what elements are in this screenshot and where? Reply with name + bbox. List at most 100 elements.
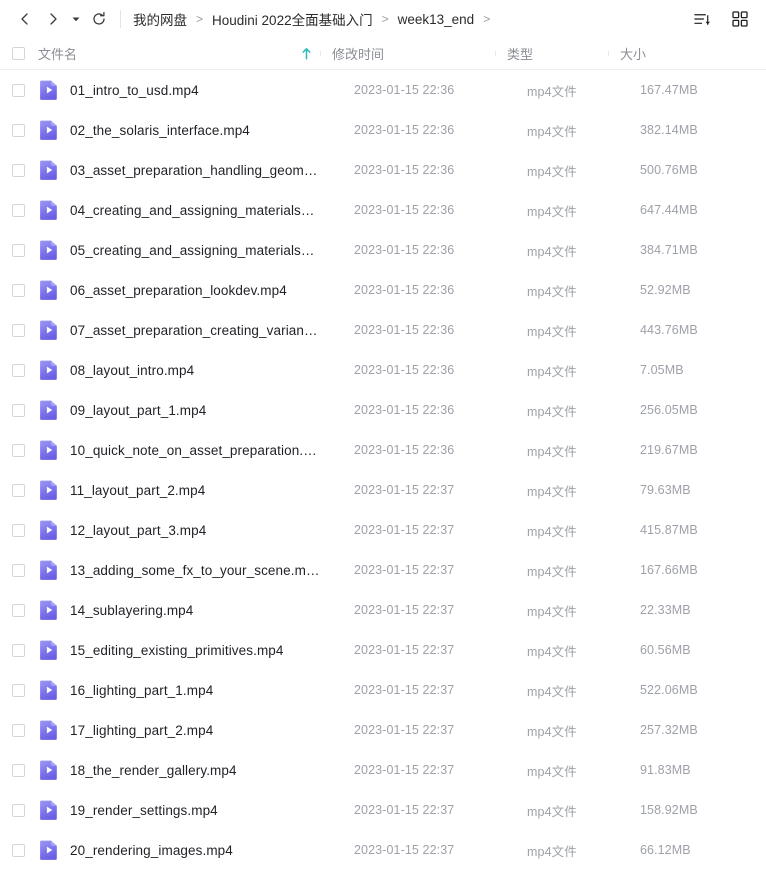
file-name-label[interactable]: 20_rendering_images.mp4 <box>70 843 233 858</box>
sort-button[interactable] <box>690 7 714 31</box>
row-checkbox[interactable] <box>11 603 25 617</box>
row-checkbox[interactable] <box>11 403 25 417</box>
video-file-glyph <box>40 320 57 340</box>
file-size-cell: 522.06MB <box>608 683 720 697</box>
breadcrumb-item-current[interactable]: week13_end <box>396 11 477 28</box>
table-row[interactable]: 01_intro_to_usd.mp4 2023-01-15 22:36 mp4… <box>0 70 766 110</box>
file-size-cell: 22.33MB <box>608 603 720 617</box>
table-row[interactable]: 05_creating_and_assigning_materials_part… <box>0 230 766 270</box>
row-checkbox[interactable] <box>11 83 25 97</box>
row-checkbox[interactable] <box>11 163 25 177</box>
file-size-label: 443.76MB <box>640 323 698 337</box>
row-checkbox[interactable] <box>11 443 25 457</box>
table-row[interactable]: 08_layout_intro.mp4 2023-01-15 22:36 mp4… <box>0 350 766 390</box>
table-row[interactable]: 18_the_render_gallery.mp4 2023-01-15 22:… <box>0 750 766 790</box>
row-checkbox[interactable] <box>11 203 25 217</box>
file-time-cell: 2023-01-15 22:36 <box>320 283 495 297</box>
row-checkbox[interactable] <box>11 123 25 137</box>
column-header-time[interactable]: 修改时间 <box>320 44 495 63</box>
file-name-label[interactable]: 14_sublayering.mp4 <box>70 603 193 618</box>
row-checkbox[interactable] <box>11 683 25 697</box>
row-checkbox[interactable] <box>11 643 25 657</box>
breadcrumb-item-course[interactable]: Houdini 2022全面基础入门 <box>210 8 375 30</box>
row-checkbox[interactable] <box>11 843 25 857</box>
row-select-cell <box>0 563 34 577</box>
file-name-label[interactable]: 07_asset_preparation_creating_variants.m… <box>70 323 320 338</box>
table-row[interactable]: 06_asset_preparation_lookdev.mp4 2023-01… <box>0 270 766 310</box>
row-checkbox[interactable] <box>11 763 25 777</box>
row-checkbox[interactable] <box>11 243 25 257</box>
video-file-icon <box>38 559 60 581</box>
file-name-label[interactable]: 04_creating_and_assigning_materials_part… <box>70 203 320 218</box>
table-row[interactable]: 03_asset_preparation_handling_geometries… <box>0 150 766 190</box>
table-row[interactable]: 15_editing_existing_primitives.mp4 2023-… <box>0 630 766 670</box>
video-file-icon <box>38 319 60 341</box>
file-size-cell: 79.63MB <box>608 483 720 497</box>
refresh-button[interactable] <box>86 6 112 32</box>
table-row[interactable]: 02_the_solaris_interface.mp4 2023-01-15 … <box>0 110 766 150</box>
file-size-cell: 382.14MB <box>608 123 720 137</box>
row-checkbox[interactable] <box>11 803 25 817</box>
file-name-cell: 10_quick_note_on_asset_preparation.mp4 <box>34 439 320 461</box>
table-row[interactable]: 13_adding_some_fx_to_your_scene.mp4 2023… <box>0 550 766 590</box>
column-header-name[interactable]: 文件名 <box>34 44 320 63</box>
file-name-label[interactable]: 06_asset_preparation_lookdev.mp4 <box>70 283 287 298</box>
file-name-label[interactable]: 08_layout_intro.mp4 <box>70 363 194 378</box>
row-checkbox[interactable] <box>11 523 25 537</box>
file-name-label[interactable]: 18_the_render_gallery.mp4 <box>70 763 237 778</box>
video-file-icon <box>38 119 60 141</box>
history-dropdown-button[interactable] <box>68 6 84 32</box>
file-name-label[interactable]: 12_layout_part_3.mp4 <box>70 523 206 538</box>
forward-button[interactable] <box>40 6 66 32</box>
file-name-label[interactable]: 01_intro_to_usd.mp4 <box>70 83 199 98</box>
file-name-label[interactable]: 17_lighting_part_2.mp4 <box>70 723 213 738</box>
file-list[interactable]: 01_intro_to_usd.mp4 2023-01-15 22:36 mp4… <box>0 70 766 870</box>
table-row[interactable]: 19_render_settings.mp4 2023-01-15 22:37 … <box>0 790 766 830</box>
file-name-label[interactable]: 11_layout_part_2.mp4 <box>70 483 205 498</box>
table-row[interactable]: 11_layout_part_2.mp4 2023-01-15 22:37 mp… <box>0 470 766 510</box>
file-name-label[interactable]: 13_adding_some_fx_to_your_scene.mp4 <box>70 563 320 578</box>
table-row[interactable]: 10_quick_note_on_asset_preparation.mp4 2… <box>0 430 766 470</box>
table-row[interactable]: 07_asset_preparation_creating_variants.m… <box>0 310 766 350</box>
table-row[interactable]: 16_lighting_part_1.mp4 2023-01-15 22:37 … <box>0 670 766 710</box>
file-name-label[interactable]: 09_layout_part_1.mp4 <box>70 403 206 418</box>
table-row[interactable]: 09_layout_part_1.mp4 2023-01-15 22:36 mp… <box>0 390 766 430</box>
grid-view-button[interactable] <box>728 7 752 31</box>
back-button[interactable] <box>12 6 38 32</box>
table-row[interactable]: 04_creating_and_assigning_materials_part… <box>0 190 766 230</box>
file-time-cell: 2023-01-15 22:37 <box>320 843 495 857</box>
file-type-cell: mp4文件 <box>495 161 608 180</box>
file-name-label[interactable]: 05_creating_and_assigning_materials_part… <box>70 243 320 258</box>
row-checkbox[interactable] <box>11 323 25 337</box>
file-name-cell: 12_layout_part_3.mp4 <box>34 519 320 541</box>
file-type-cell: mp4文件 <box>495 521 608 540</box>
file-name-cell: 18_the_render_gallery.mp4 <box>34 759 320 781</box>
file-name-cell: 16_lighting_part_1.mp4 <box>34 679 320 701</box>
row-checkbox[interactable] <box>11 283 25 297</box>
file-name-label[interactable]: 02_the_solaris_interface.mp4 <box>70 123 250 138</box>
file-name-label[interactable]: 16_lighting_part_1.mp4 <box>70 683 213 698</box>
sort-ascending-icon[interactable] <box>301 47 312 60</box>
file-name-label[interactable]: 03_asset_preparation_handling_geometries… <box>70 163 320 178</box>
column-header-size[interactable]: 大小 <box>608 44 720 63</box>
video-file-glyph <box>40 720 57 740</box>
row-checkbox[interactable] <box>11 483 25 497</box>
file-size-cell: 158.92MB <box>608 803 720 817</box>
row-select-cell <box>0 483 34 497</box>
breadcrumb-item-root[interactable]: 我的网盘 <box>131 8 189 30</box>
file-name-cell: 09_layout_part_1.mp4 <box>34 399 320 421</box>
file-name-label[interactable]: 10_quick_note_on_asset_preparation.mp4 <box>70 443 320 458</box>
file-name-label[interactable]: 15_editing_existing_primitives.mp4 <box>70 643 284 658</box>
file-time-cell: 2023-01-15 22:37 <box>320 643 495 657</box>
table-row[interactable]: 14_sublayering.mp4 2023-01-15 22:37 mp4文… <box>0 590 766 630</box>
row-checkbox[interactable] <box>11 563 25 577</box>
table-row[interactable]: 12_layout_part_3.mp4 2023-01-15 22:37 mp… <box>0 510 766 550</box>
table-row[interactable]: 20_rendering_images.mp4 2023-01-15 22:37… <box>0 830 766 870</box>
select-all-checkbox[interactable] <box>11 47 25 60</box>
column-header-type[interactable]: 类型 <box>495 44 608 63</box>
file-name-label[interactable]: 19_render_settings.mp4 <box>70 803 218 818</box>
row-checkbox[interactable] <box>11 723 25 737</box>
table-row[interactable]: 17_lighting_part_2.mp4 2023-01-15 22:37 … <box>0 710 766 750</box>
file-type-cell: mp4文件 <box>495 601 608 620</box>
row-checkbox[interactable] <box>11 363 25 377</box>
